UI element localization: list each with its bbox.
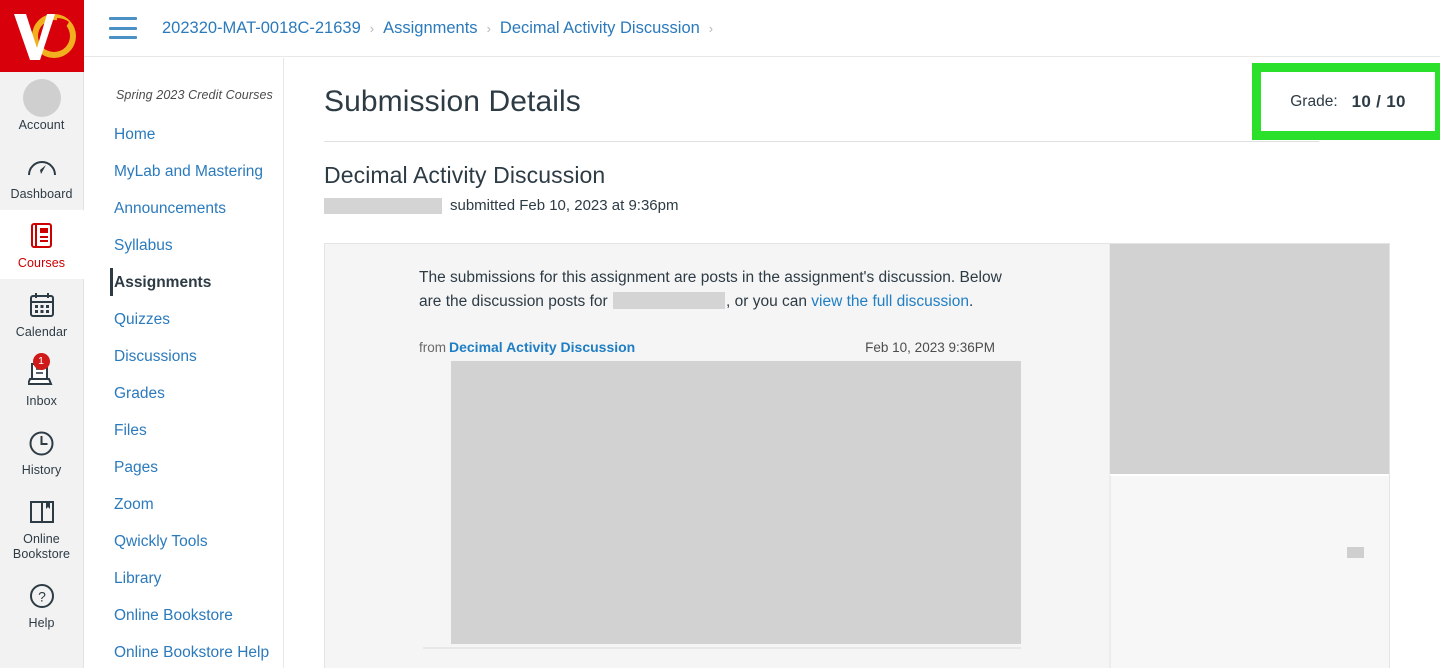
course-nav-item-assignments[interactable]: Assignments [85, 264, 283, 301]
help-question-icon: ? [29, 579, 55, 613]
post-origin: from Decimal Activity Discussion [419, 339, 635, 355]
grade-highlight-box: Grade: 10 / 10 [1252, 63, 1440, 140]
view-full-discussion-link[interactable]: view the full discussion [811, 293, 969, 310]
nav-collapse-button[interactable] [0, 655, 84, 668]
gnav-label-account: Account [18, 118, 65, 132]
svg-text:?: ? [38, 589, 46, 605]
global-navigation: Account Dashboard Courses Calendar 1 Inb… [0, 0, 84, 668]
page-header: Submission Details Grade: 10 / 10 Decima… [324, 63, 1440, 214]
courses-book-icon [29, 219, 55, 253]
gnav-item-account[interactable]: Account [0, 72, 84, 141]
inbox-icon: 1 [27, 353, 56, 391]
gnav-label-courses: Courses [17, 256, 66, 270]
bookstore-icon [28, 495, 56, 529]
breadcrumb-separator: › [486, 20, 491, 36]
collapse-arrow-icon [25, 664, 59, 668]
gnav-item-dashboard[interactable]: Dashboard [0, 141, 84, 210]
course-nav-item-online-bookstore[interactable]: Online Bookstore [85, 597, 283, 634]
gnav-item-inbox[interactable]: 1 Inbox [0, 348, 84, 417]
intro-text-part2: , or you can [726, 293, 812, 310]
course-nav-item-library[interactable]: Library [85, 560, 283, 597]
gnav-item-history[interactable]: History [0, 417, 84, 486]
grade-label: Grade: [1290, 92, 1338, 110]
course-term-label: Spring 2023 Credit Courses [116, 88, 273, 102]
post-topic-link[interactable]: Decimal Activity Discussion [449, 339, 635, 355]
vc-logo-icon [13, 14, 76, 60]
post-from-label: from [419, 340, 446, 355]
breadcrumb: 202320-MAT-0018C-21639 › Assignments › D… [162, 19, 722, 38]
gnav-label-history: History [21, 463, 62, 477]
clock-icon [28, 426, 55, 460]
submitted-timestamp: submitted Feb 10, 2023 at 9:36pm [450, 197, 679, 214]
side-panel-lower [1110, 476, 1389, 668]
inbox-badge: 1 [32, 353, 50, 370]
hamburger-menu-icon[interactable] [109, 17, 137, 39]
vc-logo[interactable] [0, 0, 84, 72]
side-panel-redaction [1110, 244, 1389, 474]
course-nav-item-online-bookstore-help[interactable]: Online Bookstore Help [85, 634, 283, 668]
student-name-redaction [324, 197, 442, 214]
submission-intro-text: The submissions for this assignment are … [419, 266, 1011, 314]
course-nav-item-pages[interactable]: Pages [85, 449, 283, 486]
gnav-item-help[interactable]: ? Help [0, 570, 84, 639]
gnav-label-dashboard: Dashboard [10, 187, 73, 201]
avatar-icon [22, 79, 61, 117]
canvas: Account Dashboard Courses Calendar 1 Inb… [0, 0, 1440, 668]
submission-info-line: submitted Feb 10, 2023 at 9:36pm [324, 197, 1320, 214]
discussion-post-header: from Decimal Activity Discussion Feb 10, … [419, 339, 995, 355]
breadcrumb-assignment[interactable]: Decimal Activity Discussion [500, 19, 700, 38]
page-title: Submission Details [324, 85, 581, 118]
grade-value: 10 / 10 [1351, 91, 1406, 111]
discussion-name-redaction [613, 292, 725, 309]
calendar-icon [29, 288, 55, 322]
post-divider [423, 647, 1021, 649]
breadcrumb-course[interactable]: 202320-MAT-0018C-21639 [162, 19, 361, 38]
breadcrumb-separator: › [708, 20, 714, 36]
course-nav-item-quizzes[interactable]: Quizzes [85, 301, 283, 338]
gnav-label-calendar: Calendar [15, 325, 68, 339]
course-nav-item-mylab-and-mastering[interactable]: MyLab and Mastering [85, 153, 283, 190]
breadcrumb-assignments[interactable]: Assignments [383, 19, 477, 38]
gnav-item-calendar[interactable]: Calendar [0, 279, 84, 348]
course-nav-item-home[interactable]: Home [85, 116, 283, 153]
gnav-label-help: Help [28, 616, 55, 630]
course-nav-item-zoom[interactable]: Zoom [85, 486, 283, 523]
course-nav-item-qwickly-tools[interactable]: Qwickly Tools [85, 523, 283, 560]
gnav-label-inbox: Inbox [25, 394, 58, 408]
breadcrumb-separator: › [369, 20, 375, 36]
side-panel-mini-redaction [1347, 547, 1364, 558]
course-nav-item-announcements[interactable]: Announcements [85, 190, 283, 227]
post-timestamp: Feb 10, 2023 9:36PM [865, 340, 995, 355]
post-body-redaction [451, 361, 1021, 644]
course-nav-item-discussions[interactable]: Discussions [85, 338, 283, 375]
submission-side-panel [1109, 244, 1389, 668]
assignment-title: Decimal Activity Discussion [324, 162, 606, 188]
gnav-item-online-bookstore[interactable]: Online Bookstore [0, 486, 84, 570]
submission-discussion-pane: The submissions for this assignment are … [325, 244, 1109, 668]
submission-preview-card: The submissions for this assignment are … [324, 243, 1390, 668]
course-nav-item-files[interactable]: Files [85, 412, 283, 449]
dashboard-icon [27, 150, 57, 184]
intro-text-end: . [968, 293, 974, 310]
gnav-label-online-bookstore: Online Bookstore [12, 532, 71, 561]
gnav-item-courses[interactable]: Courses [0, 210, 84, 279]
header-divider [324, 141, 1319, 142]
course-nav-item-syllabus[interactable]: Syllabus [85, 227, 283, 264]
course-nav-item-grades[interactable]: Grades [85, 375, 283, 412]
course-navigation: Spring 2023 Credit Courses Home MyLab an… [85, 58, 284, 668]
top-breadcrumb-bar: 202320-MAT-0018C-21639 › Assignments › D… [84, 0, 1440, 57]
